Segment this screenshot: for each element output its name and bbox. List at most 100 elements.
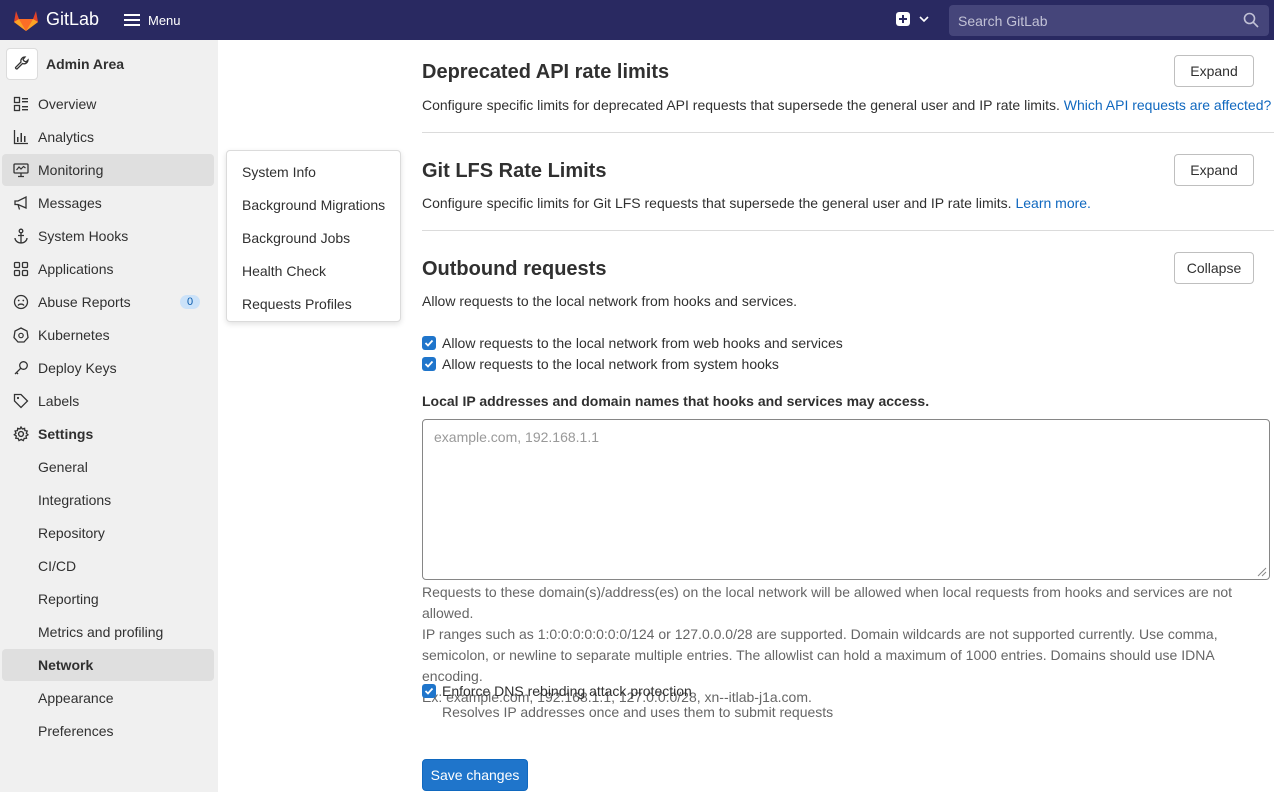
expand-deprecated-button[interactable]: Expand [1174, 55, 1254, 87]
search-input[interactable]: Search GitLab [949, 5, 1269, 36]
allow-system-hooks-row: Allow requests to the local network from… [422, 356, 779, 372]
dns-rebinding-row: Enforce DNS rebinding attack protection [422, 683, 692, 699]
collapse-outbound-button[interactable]: Collapse [1174, 252, 1254, 284]
sidebar-item-label: Analytics [38, 129, 95, 145]
sidebar-item-label: Overview [38, 96, 97, 112]
check-icon [424, 339, 434, 347]
top-navbar: GitLab Menu Search GitLab [0, 0, 1274, 40]
sidebar-item-label: Applications [38, 261, 114, 277]
dns-rebinding-checkbox[interactable] [422, 684, 436, 698]
sidebar-item-deploy-keys[interactable]: Deploy Keys [2, 352, 214, 384]
section-divider [422, 230, 1274, 231]
allow-webhooks-label: Allow requests to the local network from… [442, 335, 843, 351]
sidebar-item-preferences[interactable]: Preferences [2, 715, 214, 747]
sidebar-item-appearance[interactable]: Appearance [2, 682, 214, 714]
sidebar-item-cicd[interactable]: CI/CD [2, 550, 214, 582]
sidebar-item-applications[interactable]: Applications [2, 253, 214, 285]
new-dropdown-button[interactable] [896, 12, 930, 26]
resize-handle-icon[interactable] [1257, 567, 1267, 577]
sidebar-item-network[interactable]: Network [2, 649, 214, 681]
sidebar-item-label: Network [38, 657, 94, 673]
expand-lfs-button[interactable]: Expand [1174, 154, 1254, 186]
sidebar-item-label: Messages [38, 195, 102, 211]
sidebar-item-repository[interactable]: Repository [2, 517, 214, 549]
dns-rebinding-help: Resolves IP addresses once and uses them… [442, 704, 834, 720]
allowlist-placeholder: example.com, 192.168.1.1 [434, 429, 599, 445]
check-icon [424, 687, 434, 695]
anchor-icon [13, 228, 29, 244]
sidebar-item-label: Reporting [38, 591, 99, 607]
brand-name[interactable]: GitLab [46, 9, 99, 30]
save-changes-button[interactable]: Save changes [422, 759, 528, 791]
allow-webhooks-row: Allow requests to the local network from… [422, 335, 843, 351]
flyout-item-background-jobs[interactable]: Background Jobs [242, 230, 350, 246]
sidebar-item-analytics[interactable]: Analytics [2, 121, 214, 153]
sidebar-item-integrations[interactable]: Integrations [2, 484, 214, 516]
dns-rebinding-label: Enforce DNS rebinding attack protection [442, 683, 692, 699]
sidebar-item-monitoring[interactable]: Monitoring [2, 154, 214, 186]
chevron-down-icon [919, 16, 929, 23]
abuse-count-badge: 0 [180, 295, 200, 309]
section-desc-outbound: Allow requests to the local network from… [422, 293, 798, 309]
sidebar-item-label: Integrations [38, 492, 112, 508]
section-divider [422, 132, 1274, 133]
sidebar-item-general[interactable]: General [2, 451, 214, 483]
monitor-icon [13, 162, 29, 178]
sidebar-item-label: Settings [38, 426, 94, 442]
flyout-item-background-migrations[interactable]: Background Migrations [242, 197, 385, 213]
plus-square-icon [896, 12, 910, 26]
sidebar-item-labels[interactable]: Labels [2, 385, 214, 417]
grid-icon [13, 261, 29, 277]
allow-system-hooks-label: Allow requests to the local network from… [442, 356, 779, 372]
search-placeholder: Search GitLab [958, 13, 1048, 29]
sidebar-item-label: Labels [38, 393, 80, 409]
help-line: Requests to these domain(s)/address(es) … [422, 584, 1233, 621]
allowlist-field-label: Local IP addresses and domain names that… [422, 393, 930, 409]
section-title-outbound: Outbound requests [422, 258, 607, 280]
sidebar-item-abuse-reports[interactable]: Abuse Reports 0 [2, 286, 214, 318]
allow-webhooks-checkbox[interactable] [422, 336, 436, 350]
sidebar-item-messages[interactable]: Messages [2, 187, 214, 219]
sidebar-item-kubernetes[interactable]: Kubernetes [2, 319, 214, 351]
help-line: IP ranges such as 1:0:0:0:0:0:0:0/124 or… [422, 626, 1218, 642]
desc-text: Configure specific limits for deprecated… [422, 97, 1060, 113]
admin-avatar [6, 48, 38, 80]
allow-system-hooks-checkbox[interactable] [422, 357, 436, 371]
label-icon [13, 393, 29, 409]
sidebar-header[interactable]: Admin Area [0, 40, 218, 88]
abuse-icon [13, 294, 29, 310]
hamburger-icon [124, 14, 140, 26]
analytics-icon [13, 129, 29, 145]
sidebar-item-label: Abuse Reports [38, 294, 131, 310]
sidebar-item-label: Repository [38, 525, 105, 541]
affected-requests-link[interactable]: Which API requests are affected? [1064, 97, 1272, 113]
flyout-item-system-info[interactable]: System Info [242, 164, 316, 180]
sidebar-item-label: CI/CD [38, 558, 77, 574]
sidebar-item-reporting[interactable]: Reporting [2, 583, 214, 615]
menu-button[interactable]: Menu [124, 10, 181, 30]
sidebar-item-settings[interactable]: Settings [2, 418, 214, 450]
kubernetes-icon [13, 327, 29, 343]
flyout-item-requests-profiles[interactable]: Requests Profiles [242, 296, 352, 312]
sidebar-item-overview[interactable]: Overview [2, 88, 214, 120]
megaphone-icon [13, 195, 29, 211]
sidebar-item-label: Kubernetes [38, 327, 110, 343]
check-icon [424, 360, 434, 368]
allowlist-textarea[interactable]: example.com, 192.168.1.1 [422, 419, 1270, 580]
section-title-deprecated-api: Deprecated API rate limits [422, 61, 670, 83]
sidebar-item-metrics-profiling[interactable]: Metrics and profiling [2, 616, 214, 648]
key-icon [13, 360, 29, 376]
section-desc-git-lfs: Configure specific limits for Git LFS re… [422, 195, 1091, 211]
flyout-item-health-check[interactable]: Health Check [242, 263, 326, 279]
help-line: semicolon, or newline to separate multip… [422, 647, 1214, 684]
sidebar-item-system-hooks[interactable]: System Hooks [2, 220, 214, 252]
sidebar-item-label: Metrics and profiling [38, 624, 164, 640]
sidebar-title: Admin Area [46, 56, 125, 72]
monitoring-flyout-menu: System Info Background Migrations Backgr… [226, 150, 401, 322]
learn-more-link[interactable]: Learn more. [1015, 195, 1090, 211]
wrench-icon [14, 56, 29, 70]
sidebar: Admin Area Overview Analytics Monitoring… [0, 40, 218, 792]
sidebar-item-label: General [38, 459, 88, 475]
gitlab-logo-icon[interactable] [13, 8, 39, 32]
search-icon [1243, 12, 1259, 28]
